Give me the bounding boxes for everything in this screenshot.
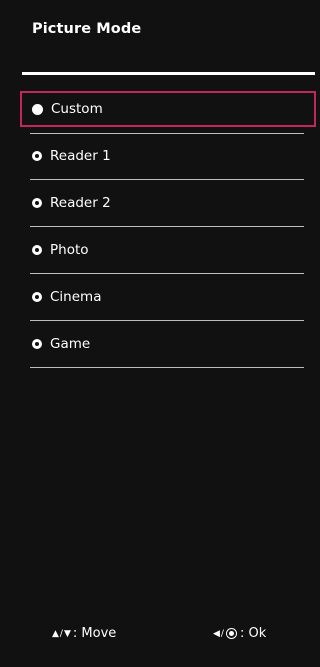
item-divider	[30, 179, 304, 180]
menu-item-custom[interactable]: Custom	[20, 91, 316, 134]
radio-empty-icon	[32, 292, 42, 302]
menu-item-label: Reader 2	[50, 195, 111, 211]
hint-separator: /	[220, 628, 224, 639]
menu-item-reader-2[interactable]: Reader 2	[20, 185, 316, 231]
ok-hint: ◀ / : Ok	[213, 626, 266, 641]
move-hint: ▲ / ▼ : Move	[52, 626, 116, 641]
item-divider	[30, 320, 304, 321]
menu-item-cinema[interactable]: Cinema	[20, 279, 316, 325]
left-arrow-icon: ◀	[213, 628, 220, 639]
button-guide: ▲ / ▼ : Move ◀ / : Ok	[0, 626, 320, 646]
radio-empty-icon	[32, 151, 42, 161]
radio-empty-icon	[32, 198, 42, 208]
item-divider	[30, 133, 304, 134]
radio-filled-icon	[32, 103, 43, 115]
title-divider	[22, 72, 315, 75]
ok-label: : Ok	[239, 626, 267, 641]
menu-item-label: Cinema	[50, 289, 102, 305]
picture-mode-list: Custom Reader 1 Reader 2 Photo Cinema Ga…	[20, 91, 316, 373]
menu-item-label: Custom	[51, 101, 103, 117]
menu-item-reader-1[interactable]: Reader 1	[20, 138, 316, 184]
radio-empty-icon	[32, 245, 42, 255]
menu-item-label: Game	[50, 336, 91, 352]
move-label: : Move	[72, 626, 117, 641]
menu-item-label: Photo	[50, 242, 89, 258]
menu-item-label: Reader 1	[50, 148, 111, 164]
up-arrow-icon: ▲	[52, 628, 59, 639]
picture-mode-panel: Picture Mode Custom Reader 1 Reader 2 Ph…	[0, 0, 320, 667]
menu-item-game[interactable]: Game	[20, 326, 316, 372]
joystick-ok-icon	[225, 628, 237, 639]
radio-empty-icon	[32, 339, 42, 349]
item-divider	[30, 273, 304, 274]
hint-separator: /	[59, 628, 63, 639]
menu-item-photo[interactable]: Photo	[20, 232, 316, 278]
page-title: Picture Mode	[32, 21, 142, 37]
item-divider	[30, 226, 304, 227]
item-divider	[30, 367, 304, 368]
down-arrow-icon: ▼	[63, 628, 71, 639]
